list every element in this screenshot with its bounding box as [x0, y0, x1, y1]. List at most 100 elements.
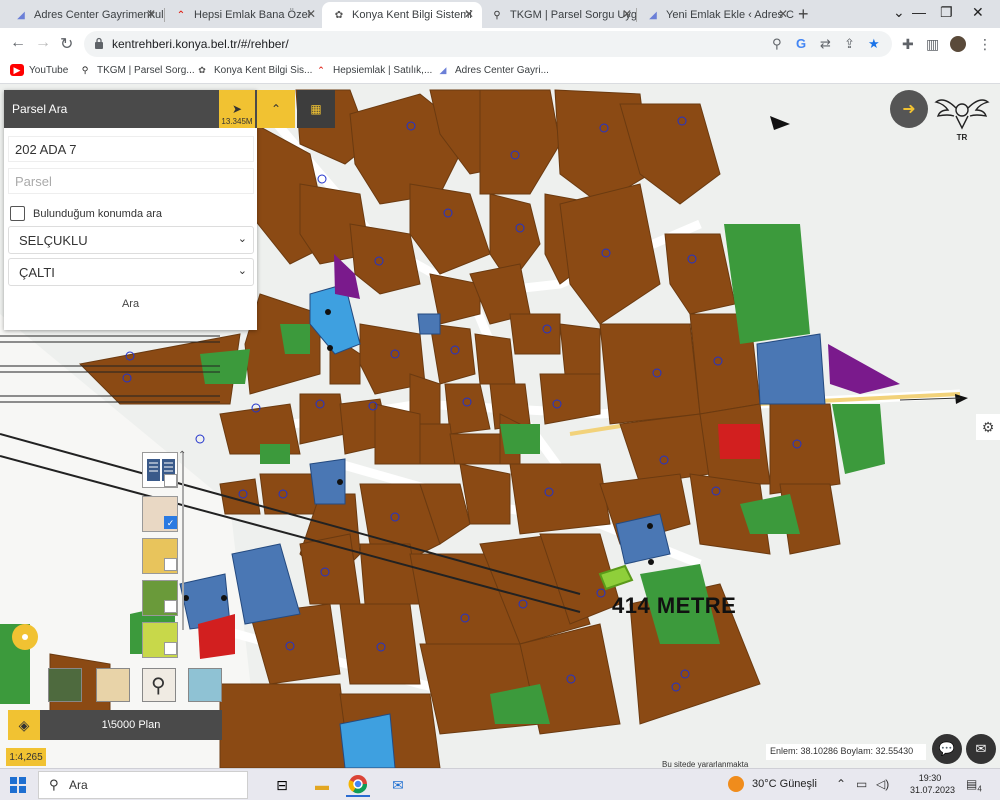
- back-icon[interactable]: ←: [10, 34, 26, 52]
- search-icon: ⚲: [49, 777, 59, 792]
- layer-checkbox[interactable]: [164, 474, 177, 487]
- my-location-button[interactable]: [12, 624, 38, 650]
- close-icon[interactable]: ✕: [464, 7, 474, 21]
- star-icon[interactable]: ★: [868, 36, 880, 52]
- layer-checkbox[interactable]: [164, 642, 177, 655]
- bookmark-tkgm[interactable]: ⚲ TKGM | Parsel Sorg...: [78, 64, 195, 76]
- clock-date: 31.07.2023: [910, 785, 956, 795]
- tab-title: TKGM | Parsel Sorgu Uyg: [510, 9, 637, 21]
- lock-icon: [95, 37, 103, 49]
- google-icon[interactable]: G: [796, 36, 806, 51]
- windows-start-icon[interactable]: [10, 777, 26, 793]
- basemap-search[interactable]: ⚲: [142, 668, 176, 702]
- share-icon[interactable]: ⇪: [844, 36, 855, 52]
- adres-center-favicon: ◢: [649, 9, 657, 21]
- basemap-satellite[interactable]: [48, 668, 82, 702]
- window-close-icon[interactable]: ✕: [972, 4, 984, 21]
- taskbar-search[interactable]: ⚲ Ara: [38, 771, 248, 799]
- layer-checkbox-checked[interactable]: ✓: [164, 516, 177, 529]
- plan-label[interactable]: 1\5000 Plan: [40, 710, 222, 740]
- chevron-down-icon[interactable]: ⌄: [893, 4, 905, 21]
- bookmark-adres-center[interactable]: ◢ Adres Center Gayri...: [436, 64, 549, 76]
- layers-icon: ◈: [18, 716, 30, 733]
- network-icon[interactable]: ▭: [856, 777, 867, 791]
- chevron-up-icon: ⌃: [270, 102, 282, 116]
- feedback-button[interactable]: ✉: [966, 734, 996, 764]
- location-pin-icon: ⚲: [81, 64, 89, 75]
- translate-icon[interactable]: ⇄: [820, 36, 831, 52]
- checkbox-label: Bulunduğum konumda ara: [33, 207, 163, 220]
- restore-icon[interactable]: ❐: [940, 4, 953, 21]
- reload-icon[interactable]: ↻: [60, 34, 73, 54]
- panel-title: Parsel Ara: [12, 102, 68, 116]
- close-icon[interactable]: ✕: [306, 7, 316, 21]
- emblem-logo: TR: [934, 99, 990, 142]
- clock[interactable]: 19:30 31.07.2023: [910, 772, 956, 796]
- new-tab-button[interactable]: +: [798, 4, 809, 25]
- chevron-up-icon[interactable]: ⌃: [178, 450, 186, 461]
- close-icon[interactable]: ✕: [146, 7, 156, 21]
- browser-tab[interactable]: ⌃ Hepsi Emlak Bana Özel ✕: [164, 2, 324, 28]
- bookmark-label: TKGM | Parsel Sorg...: [97, 64, 195, 76]
- location-checkbox[interactable]: Bulunduğum konumda ara: [10, 206, 162, 221]
- chevron-up-icon[interactable]: ⌃: [836, 777, 846, 791]
- task-view-icon[interactable]: ⊟: [270, 773, 294, 797]
- close-icon[interactable]: ✕: [778, 7, 788, 21]
- close-icon[interactable]: ✕: [622, 7, 632, 21]
- chat-button[interactable]: 💬: [932, 734, 962, 764]
- volume-icon[interactable]: ◁): [876, 777, 889, 791]
- mail-icon[interactable]: ✉: [386, 773, 410, 797]
- url-field[interactable]: kentrehberi.konya.bel.tr/#/rehber/ ⚲ G ⇄…: [84, 31, 892, 57]
- neighborhood-select[interactable]: ÇALTI ⌄: [8, 258, 254, 286]
- tab-title: Adres Center Gayrimenkul: [34, 9, 164, 21]
- tab-title: Hepsi Emlak Bana Özel: [194, 9, 311, 21]
- browser-tab-active[interactable]: ✿ Konya Kent Bilgi Sistemi ✕: [322, 2, 482, 28]
- browser-tab[interactable]: ◢ Yeni Emlak Ekle ‹ Adres C ✕: [636, 2, 796, 28]
- browser-tab[interactable]: ◢ Adres Center Gayrimenkul ✕: [4, 2, 164, 28]
- file-explorer-icon[interactable]: ▬: [310, 773, 334, 797]
- chrome-icon[interactable]: [346, 773, 370, 797]
- checkbox-icon[interactable]: [10, 206, 25, 221]
- layer-checkbox[interactable]: [164, 558, 177, 571]
- minimize-icon[interactable]: —: [912, 4, 926, 20]
- panel-header: Parsel Ara ➤ 13.345M: [4, 90, 257, 128]
- tab-title: Konya Kent Bilgi Sistemi: [352, 9, 472, 21]
- search-button[interactable]: Ara: [4, 298, 257, 310]
- layer-checkbox[interactable]: [164, 600, 177, 613]
- bookmark-youtube[interactable]: ▶ YouTube: [10, 64, 68, 76]
- district-select[interactable]: SELÇUKLU ⌄: [8, 226, 254, 254]
- parsel-input[interactable]: Parsel: [8, 168, 254, 194]
- grid-button[interactable]: ▦: [297, 90, 335, 128]
- ada-input[interactable]: 202 ADA 7: [8, 136, 254, 162]
- weather-widget[interactable]: 30°C Güneşli: [728, 776, 817, 792]
- extensions-icon[interactable]: ✚: [902, 36, 914, 53]
- bookmark-konya[interactable]: ✿ Konya Kent Bilgi Sis...: [195, 64, 312, 76]
- forward-icon[interactable]: →: [35, 34, 51, 52]
- location-icon: [22, 634, 28, 640]
- notifications-icon[interactable]: ▤4: [966, 777, 982, 793]
- layers-button[interactable]: ◈: [8, 710, 40, 740]
- bookmarks-bar: ▶ YouTube ⚲ TKGM | Parsel Sorg... ✿ Kony…: [0, 60, 1000, 84]
- basemap-topo[interactable]: [188, 668, 222, 702]
- scale-button[interactable]: ➤ 13.345M: [219, 90, 255, 128]
- menu-icon[interactable]: ⋮: [978, 36, 992, 53]
- basemap-plan[interactable]: [96, 668, 130, 702]
- parcel-search-panel: Parsel Ara ➤ 13.345M 202 ADA 7 Parsel Bu…: [4, 90, 257, 330]
- notification-count: 4: [977, 784, 982, 794]
- layer-slider-track[interactable]: [182, 452, 184, 630]
- bookmark-label: YouTube: [29, 64, 69, 76]
- chevron-down-icon: ⌄: [237, 233, 247, 245]
- location-icon[interactable]: ⚲: [772, 36, 782, 52]
- bookmark-label: Adres Center Gayri...: [455, 64, 549, 76]
- settings-button[interactable]: ⚙: [976, 414, 1000, 440]
- login-button[interactable]: ➜: [890, 90, 928, 128]
- browser-tab[interactable]: ⚲ TKGM | Parsel Sorgu Uyg ✕: [480, 2, 640, 28]
- chevron-down-icon: ⌄: [237, 265, 247, 277]
- collapse-button[interactable]: ⌃: [257, 90, 295, 128]
- sidebar-icon[interactable]: ▥: [926, 36, 939, 53]
- bookmark-hepsiemlak[interactable]: ⌃ Hepsiemlak | Satılık,...: [314, 64, 432, 76]
- url-text: kentrehberi.konya.bel.tr/#/rehber/: [112, 37, 289, 51]
- grid-icon: ▦: [310, 102, 322, 116]
- feedback-icon: ✉: [975, 741, 987, 756]
- avatar[interactable]: [950, 36, 966, 52]
